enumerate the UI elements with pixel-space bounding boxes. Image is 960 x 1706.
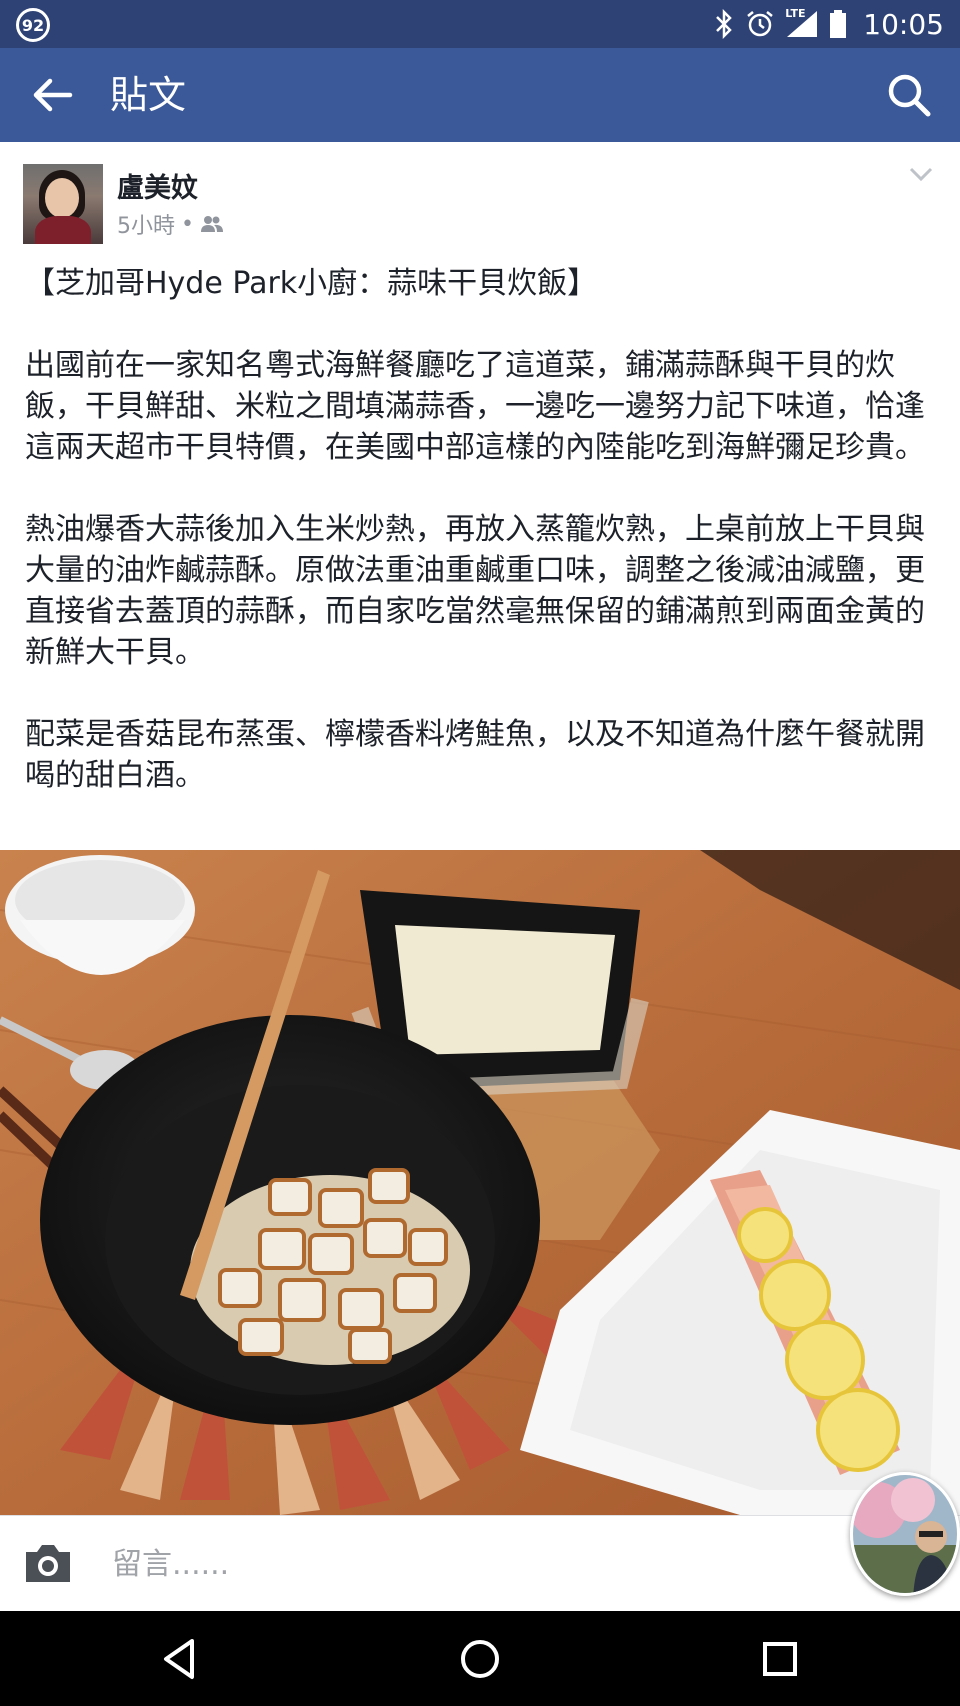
author-name[interactable]: 盧美妏	[117, 166, 198, 205]
nav-home-icon[interactable]	[454, 1633, 506, 1685]
post-time[interactable]: 5小時	[117, 208, 175, 240]
camera-icon[interactable]	[22, 1540, 74, 1586]
post-body: 【芝加哥Hyde Park小廚：蒜味干貝炊飯】 出國前在一家知名粵式海鮮餐廳吃了…	[25, 263, 940, 837]
chat-head-avatar[interactable]	[850, 1472, 960, 1596]
search-icon[interactable]	[886, 72, 932, 118]
comment-input[interactable]	[112, 1542, 732, 1586]
meta-separator: •	[181, 211, 194, 237]
nav-back-icon[interactable]	[154, 1633, 206, 1685]
bluetooth-icon	[716, 9, 733, 39]
back-button[interactable]	[30, 73, 74, 117]
battery-icon	[830, 10, 847, 38]
page-title: 貼文	[110, 73, 187, 117]
status-bar: 92 LTE 10:05	[0, 0, 960, 48]
author-avatar[interactable]	[23, 164, 103, 244]
friends-icon	[200, 216, 223, 232]
system-nav-bar	[0, 1611, 960, 1706]
status-icons: LTE 10:05	[713, 0, 944, 48]
notification-count-badge: 92	[16, 8, 50, 42]
post-paragraph-title: 【芝加哥Hyde Park小廚：蒜味干貝炊飯】	[25, 266, 598, 301]
post-meta: 5小時 •	[117, 208, 224, 240]
app-bar: 貼文	[0, 48, 960, 142]
comment-bar	[0, 1515, 960, 1611]
nav-recents-icon[interactable]	[754, 1633, 806, 1685]
post-paragraph: 配菜是香菇昆布蒸蛋、檸檬香料烤鮭魚，以及不知道為什麼午餐就開喝的甜白酒。	[25, 717, 925, 793]
status-clock: 10:05	[863, 7, 944, 41]
post-options-chevron-icon[interactable]	[908, 164, 934, 184]
post-paragraph: 出國前在一家知名粵式海鮮餐廳吃了這道菜，鋪滿蒜酥與干貝的炊飯，干貝鮮甜、米粒之間…	[25, 348, 925, 465]
alarm-icon	[747, 11, 774, 37]
post-paragraph: 熱油爆香大蒜後加入生米炒熱，再放入蒸籠炊熟，上桌前放上干貝與大量的油炸鹹蒜酥。原…	[25, 512, 925, 670]
post-photo[interactable]	[0, 850, 960, 1515]
signal-lte-icon: LTE	[785, 7, 819, 39]
